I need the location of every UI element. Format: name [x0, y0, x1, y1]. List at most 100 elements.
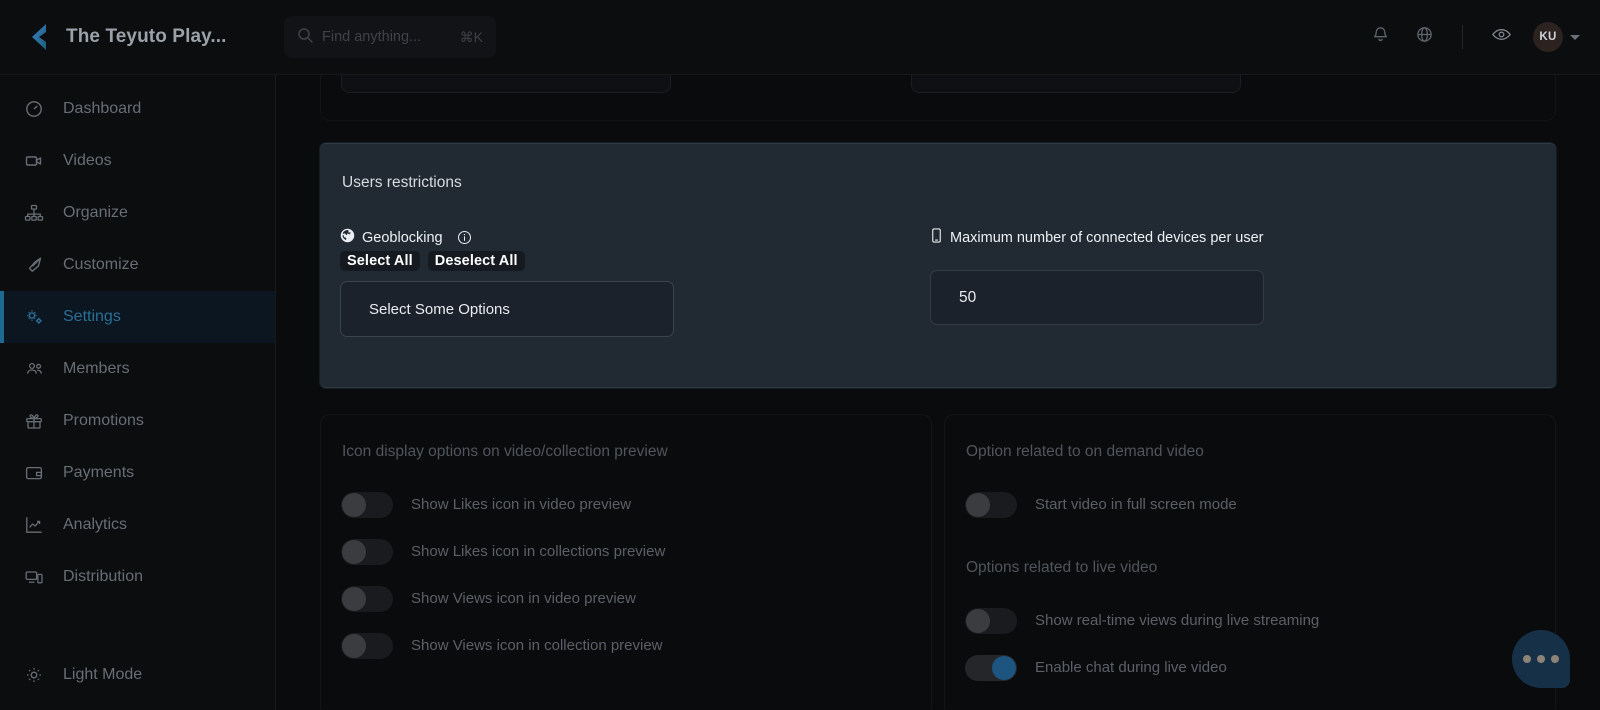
user-menu[interactable]: KU: [1533, 22, 1580, 52]
toggle-knob: [342, 586, 366, 611]
toggle-show-views-video-preview[interactable]: [341, 585, 393, 612]
sidebar-item-payments[interactable]: Payments: [0, 447, 275, 499]
panel-title: Users restrictions: [342, 174, 462, 191]
sidebar-item-label: Distribution: [63, 568, 144, 585]
sidebar-item-light-mode[interactable]: Light Mode: [0, 658, 275, 710]
geoblocking-select[interactable]: Select Some Options: [340, 281, 674, 337]
main-content: Users restrictions Geoblocking Select Al…: [276, 75, 1600, 710]
clipped-field-right[interactable]: [911, 75, 1241, 93]
option-row: Start video in full screen mode: [965, 481, 1535, 528]
sidebar-item-dashboard[interactable]: Dashboard: [0, 83, 275, 135]
panel-columns: Geoblocking Select All Deselect All Sele…: [340, 228, 1536, 337]
globe-icon: [1415, 25, 1434, 49]
option-row: Show Views icon in video preview: [341, 575, 911, 622]
card-title: Icon display options on video/collection…: [342, 443, 668, 460]
select-all-button[interactable]: Select All: [340, 251, 420, 271]
devices-icon: [23, 566, 45, 588]
teyuto-logo-icon: [26, 22, 52, 52]
toggle-knob: [966, 492, 990, 517]
info-circle-icon[interactable]: [457, 230, 472, 245]
preview-button[interactable]: [1481, 17, 1521, 57]
users-icon: [23, 358, 45, 380]
sidebar-item-label: Customize: [63, 256, 139, 273]
header-divider: [1462, 25, 1463, 49]
option-row: Enable chat during live video: [965, 644, 1535, 691]
card-title-vod: Option related to on demand video: [966, 443, 1204, 460]
geoblocking-actions: Select All Deselect All: [340, 251, 915, 271]
topbar-actions: KU: [1360, 17, 1600, 57]
users-restrictions-panel: Users restrictions Geoblocking Select Al…: [320, 143, 1556, 388]
sidebar-item-videos[interactable]: Videos: [0, 135, 275, 187]
toggle-knob: [992, 655, 1016, 680]
max-devices-input[interactable]: 50: [930, 270, 1264, 325]
search-placeholder: Find anything...: [322, 29, 422, 45]
toggle-knob: [342, 539, 366, 564]
search-icon: [297, 27, 313, 48]
geoblocking-label-row: Geoblocking: [340, 228, 915, 247]
toggle-knob: [342, 492, 366, 517]
sidebar-item-label: Dashboard: [63, 100, 142, 117]
gift-icon: [23, 410, 45, 432]
brush-icon: [23, 254, 45, 276]
body: Dashboard Videos Organize Customize Sett…: [0, 75, 1600, 710]
mobile-icon: [930, 228, 943, 247]
toggle-start-video-fullscreen[interactable]: [965, 491, 1017, 518]
chat-bubble-dots-icon: [1523, 655, 1559, 663]
sidebar-item-analytics[interactable]: Analytics: [0, 499, 275, 551]
sidebar-item-promotions[interactable]: Promotions: [0, 395, 275, 447]
option-label: Show Likes icon in collections preview: [411, 543, 666, 560]
clipped-card-above: [320, 75, 1556, 121]
globe-icon: [340, 228, 355, 247]
sidebar-item-label: Payments: [63, 464, 135, 481]
sidebar-item-label: Promotions: [63, 412, 144, 429]
sidebar-item-label: Videos: [63, 152, 112, 169]
sidebar-item-label: Light Mode: [63, 666, 143, 683]
option-label: Show Views icon in collection preview: [411, 637, 663, 654]
sidebar-item-label: Analytics: [63, 516, 128, 533]
deselect-all-button[interactable]: Deselect All: [427, 251, 525, 271]
video-camera-icon: [23, 150, 45, 172]
toggle-enable-chat-live[interactable]: [965, 654, 1017, 681]
sidebar: Dashboard Videos Organize Customize Sett…: [0, 75, 276, 710]
geoblocking-label: Geoblocking: [362, 229, 443, 246]
brand-title: The Teyuto Play...: [66, 26, 227, 47]
notifications-button[interactable]: [1360, 17, 1400, 57]
sitemap-icon: [23, 202, 45, 224]
sun-gear-icon: [23, 664, 45, 686]
gauge-icon: [23, 98, 45, 120]
chart-line-icon: [23, 514, 45, 536]
clipped-field-left[interactable]: [341, 75, 671, 93]
toggle-show-likes-collections-preview[interactable]: [341, 538, 393, 565]
sidebar-item-organize[interactable]: Organize: [0, 187, 275, 239]
option-label: Enable chat during live video: [1035, 659, 1227, 676]
language-button[interactable]: [1404, 17, 1444, 57]
video-options-card: Option related to on demand video Start …: [944, 414, 1556, 710]
option-row: Show real-time views during live streami…: [965, 597, 1535, 644]
card-title-live: Options related to live video: [966, 559, 1158, 576]
option-row: Show Likes icon in collections preview: [341, 528, 911, 575]
sidebar-item-customize[interactable]: Customize: [0, 239, 275, 291]
chevron-down-icon: [1570, 34, 1580, 40]
sidebar-item-distribution[interactable]: Distribution: [0, 551, 275, 603]
sidebar-item-label: Members: [63, 360, 130, 377]
sidebar-item-label: Organize: [63, 204, 128, 221]
bottom-cards-row: Icon display options on video/collection…: [320, 414, 1556, 710]
sidebar-item-settings[interactable]: Settings: [0, 291, 275, 343]
toggle-show-realtime-views-live[interactable]: [965, 607, 1017, 634]
geoblocking-group: Geoblocking Select All Deselect All Sele…: [340, 228, 915, 337]
toggle-show-views-collection-preview[interactable]: [341, 632, 393, 659]
option-row: Show Likes icon in video preview: [341, 481, 911, 528]
option-row: Show Views icon in collection preview: [341, 622, 911, 669]
max-devices-value: 50: [959, 288, 977, 306]
chat-widget-button[interactable]: [1512, 630, 1570, 688]
search-input[interactable]: Find anything... ⌘K: [284, 16, 496, 58]
sidebar-item-members[interactable]: Members: [0, 343, 275, 395]
option-label: Show real-time views during live streami…: [1035, 612, 1320, 629]
settings-scroll: Users restrictions Geoblocking Select Al…: [276, 75, 1600, 710]
sidebar-item-label: Settings: [63, 308, 121, 325]
max-devices-group: Maximum number of connected devices per …: [915, 228, 1536, 337]
brand[interactable]: The Teyuto Play...: [0, 22, 280, 52]
toggle-show-likes-video-preview[interactable]: [341, 491, 393, 518]
icon-display-options-card: Icon display options on video/collection…: [320, 414, 932, 710]
